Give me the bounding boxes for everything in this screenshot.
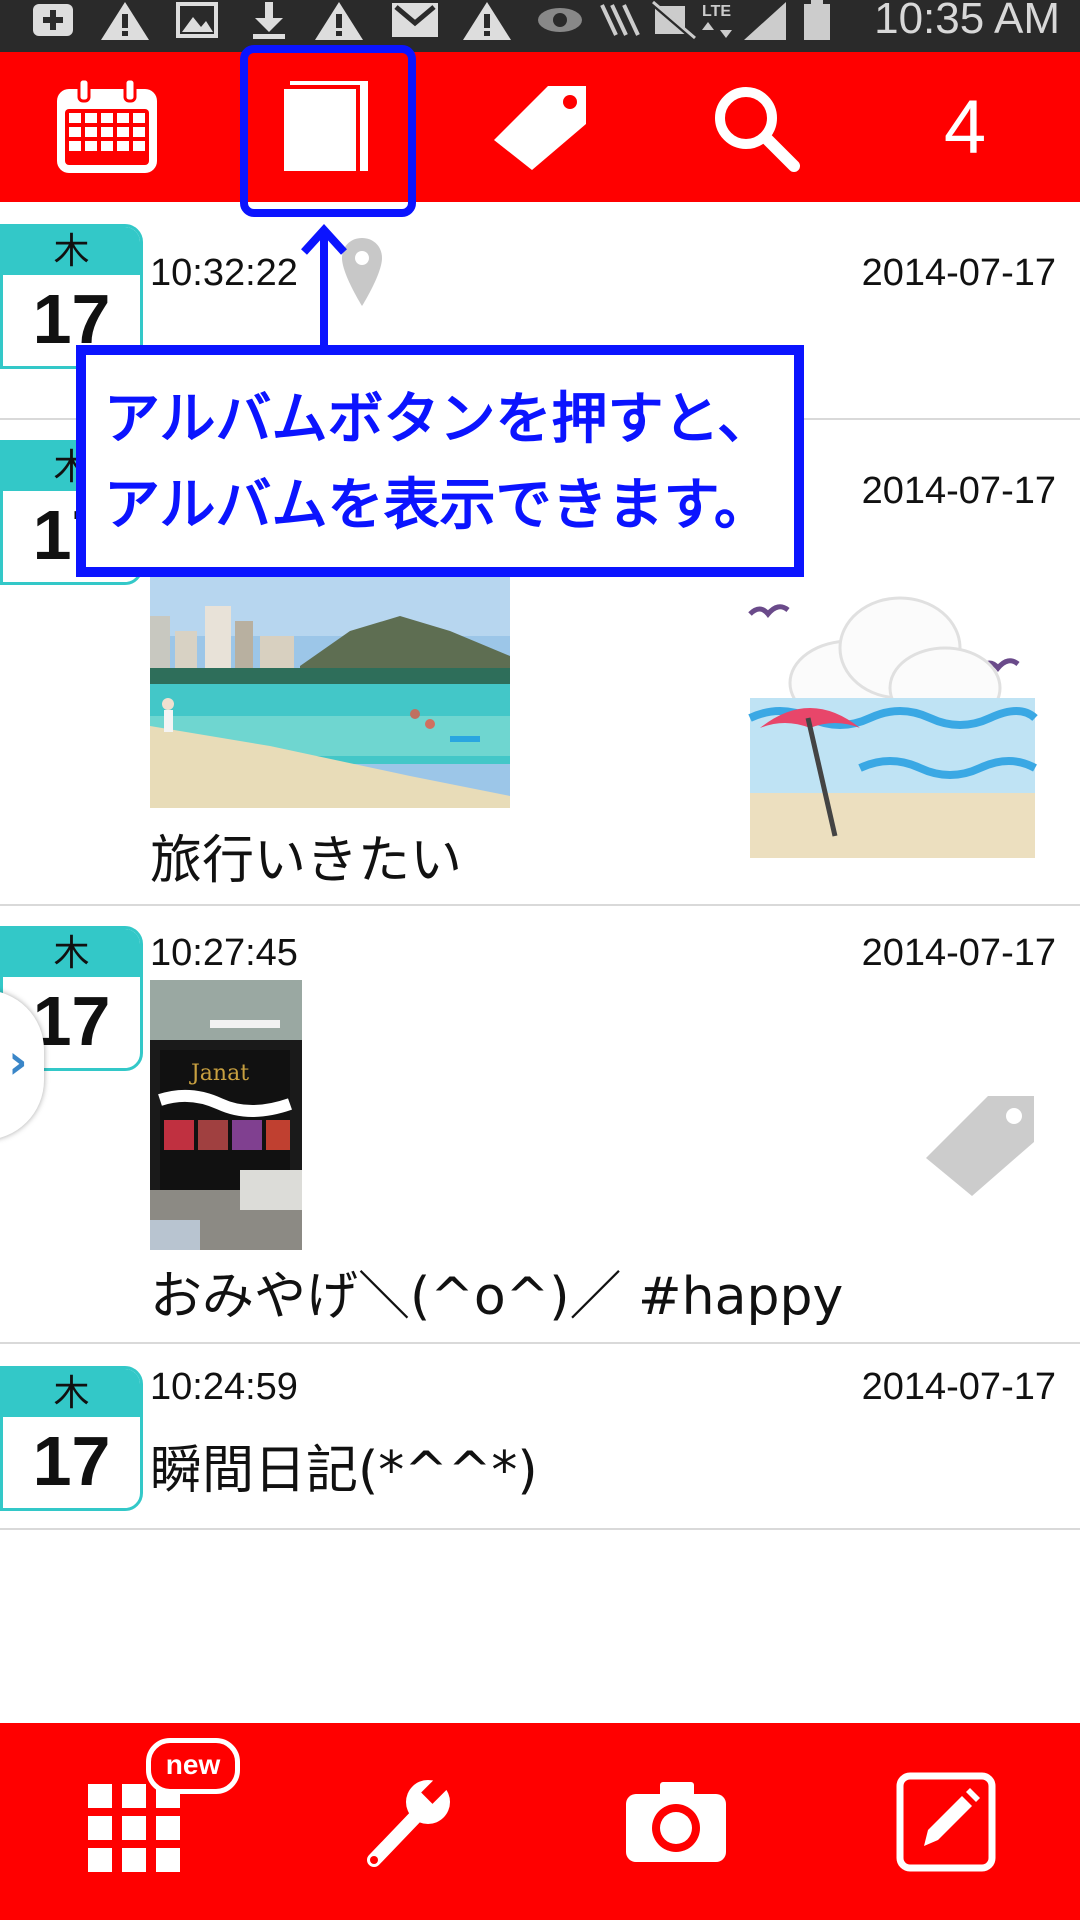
search-button[interactable]: [670, 52, 840, 202]
chevron-right-icon: ›: [8, 1034, 28, 1090]
day-number: 17: [32, 1422, 111, 1500]
callout-line-1: アルバムボタンを押すと、: [104, 387, 774, 452]
gmail-icon: [388, 0, 442, 40]
warning-icon: [98, 0, 152, 40]
top-toolbar: 4: [0, 52, 1080, 202]
list-item[interactable]: 木 17 10:24:59 2014-07-17 瞬間日記(*^^*): [0, 1342, 1080, 1530]
battery-icon: [800, 0, 834, 40]
souvenir-photo: Janat: [150, 980, 302, 1250]
warning-icon: [312, 0, 366, 40]
warning-icon: [460, 0, 514, 40]
entry-text: 旅行いきたい: [150, 831, 463, 891]
beach-photo: [150, 576, 510, 808]
tutorial-callout: アルバムボタンを押すと、 アルバムを表示できます。: [76, 345, 804, 577]
entry-date: 2014-07-17: [861, 470, 1056, 512]
album-highlight-box: [240, 45, 416, 217]
camera-icon: [626, 1781, 726, 1862]
wrench-icon: [367, 1773, 451, 1867]
entry-time: 10:24:59: [150, 1366, 298, 1408]
callout-arrow: [301, 224, 347, 348]
compose-button[interactable]: [846, 1723, 1046, 1920]
tag-icon: [926, 1096, 1034, 1196]
camera-button[interactable]: [576, 1723, 776, 1920]
image-icon: [172, 0, 222, 40]
status-bar: LTE 10:35 AM: [0, 0, 1080, 52]
callout-line-2: アルバムを表示できます。: [104, 473, 770, 538]
signal-icon: [740, 0, 790, 40]
tag-button[interactable]: [455, 52, 625, 202]
entry-time: 10:32:22: [150, 252, 298, 294]
entry-time: 10:27:45: [150, 932, 298, 974]
weekday-label: 木: [3, 929, 140, 977]
eye-icon: [535, 0, 585, 40]
svg-text:LTE: LTE: [702, 3, 731, 20]
calendar-button[interactable]: [22, 52, 192, 202]
mute-icon: [648, 0, 698, 40]
entry-date: 2014-07-17: [861, 932, 1056, 974]
entry-text: おみやげ＼(^o^)／ #happy: [150, 1267, 844, 1327]
calendar-icon: [57, 79, 157, 173]
list-item[interactable]: 木 17 10:27:45 2014-07-17 Janat おみやげ＼(^o^…: [0, 904, 1080, 1344]
weekday-label: 木: [3, 227, 140, 275]
date-badge: 木 17: [0, 1366, 143, 1511]
clock: 10:35 AM: [874, 0, 1060, 43]
download-icon: [244, 0, 294, 40]
plus-icon: [28, 0, 78, 40]
settings-button[interactable]: [306, 1723, 506, 1920]
edit-icon: [896, 1772, 996, 1871]
tag-icon: [494, 86, 586, 170]
entry-date: 2014-07-17: [861, 1366, 1056, 1408]
new-badge: new: [146, 1738, 240, 1794]
lte-icon: LTE: [700, 0, 740, 40]
beach-illustration: [748, 596, 1038, 858]
search-icon: [715, 87, 800, 172]
svg-text:Janat: Janat: [189, 1061, 249, 1086]
entry-count: 4: [943, 84, 987, 170]
nfc-icon: [595, 0, 645, 40]
bottom-toolbar: new: [0, 1723, 1080, 1920]
entry-date: 2014-07-17: [861, 252, 1056, 294]
weekday-label: 木: [3, 1369, 140, 1417]
entry-text: 瞬間日記(*^^*): [150, 1441, 538, 1501]
apps-button[interactable]: new: [36, 1723, 240, 1920]
